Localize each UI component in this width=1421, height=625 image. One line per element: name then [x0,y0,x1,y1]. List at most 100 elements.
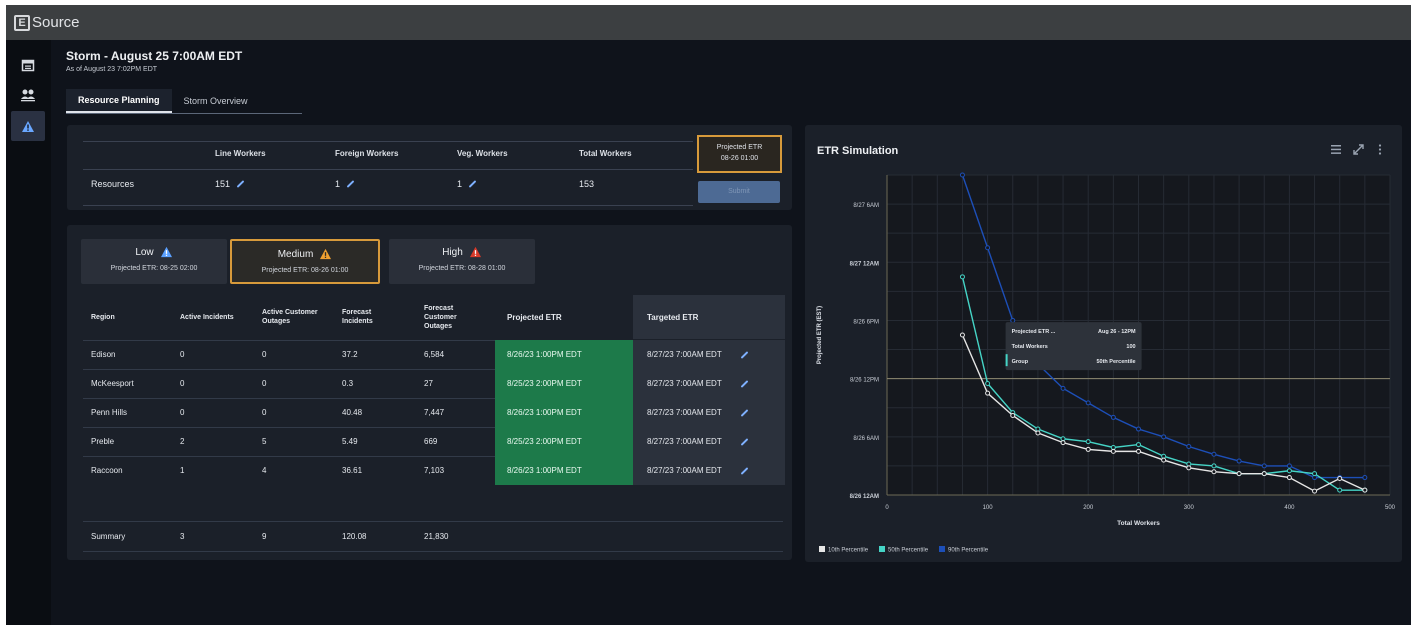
active-outages: 4 [262,466,267,475]
col-forecast-outages: Forecast Customer Outages [424,304,457,330]
data-point[interactable] [1035,430,1041,436]
y-tick-label: 8/26 6AM [853,436,879,442]
data-point[interactable] [1060,385,1066,391]
data-point[interactable] [985,380,991,386]
data-point[interactable] [1186,444,1192,450]
top-bar: E Source [6,5,1411,40]
edit-targeted-etr-icon[interactable] [740,466,749,475]
data-point[interactable] [1337,487,1343,493]
edit-veg-workers-icon[interactable] [468,180,477,188]
nav-calendar-button[interactable] [11,50,45,80]
data-point[interactable] [1085,400,1091,406]
edit-foreign-workers-icon[interactable] [346,180,355,188]
risk-medium-button[interactable]: Medium Projected ETR: 08-26 01:00 [230,239,380,284]
y-tick-label: 8/27 6AM [853,203,879,209]
targeted-etr-cell: 8/27/23 7:00AM EDT [633,427,785,456]
edit-line-workers-icon[interactable] [236,180,245,188]
risk-low-button[interactable]: Low Projected ETR: 08-25 02:00 [81,239,227,284]
data-point[interactable] [1337,476,1343,482]
workers-icon [21,89,35,102]
data-point[interactable] [959,172,965,178]
legend-item[interactable]: 50th Percentile [888,548,929,554]
data-point[interactable] [1010,317,1016,323]
edit-targeted-etr-icon[interactable] [740,437,749,446]
legend-item[interactable]: 90th Percentile [948,548,989,554]
targeted-etr-value: 8/27/23 7:00AM EDT [647,466,722,475]
data-point[interactable] [1312,488,1318,494]
foreign-workers-value: 1 [335,179,355,189]
data-point[interactable] [1312,471,1318,477]
line-workers-value: 151 [215,179,245,189]
active-incidents: 0 [180,408,185,417]
data-point[interactable] [1211,463,1217,469]
data-point[interactable] [1362,475,1368,481]
forecast-outages: 6,584 [424,350,445,359]
veg-workers-count: 1 [457,179,463,189]
region-name: Raccoon [91,466,123,475]
resources-row-label: Resources [91,179,135,189]
risk-medium-label: Medium [277,248,314,260]
x-tick-label: 500 [1385,505,1396,511]
forecast-outages: 669 [424,437,438,446]
nav-warning-button[interactable] [11,111,45,141]
forecast-outages: 7,103 [424,466,445,475]
data-point[interactable] [1362,487,1368,493]
risk-high-button[interactable]: High Projected ETR: 08-28 01:00 [389,239,535,284]
data-point[interactable] [1161,457,1167,463]
targeted-etr-cell: 8/27/23 7:00AM EDT [633,369,785,398]
edit-targeted-etr-icon[interactable] [740,350,749,359]
active-incidents: 2 [180,437,185,446]
targeted-etr-value: 8/27/23 7:00AM EDT [647,408,722,417]
col-forecast-incidents: Forecast Incidents [342,309,373,325]
data-point[interactable] [1261,463,1267,469]
region-name: Edison [91,350,116,359]
submit-button[interactable]: Submit [698,181,780,203]
x-tick-label: 200 [1083,505,1094,511]
col-region: Region [91,313,115,321]
data-point[interactable] [1161,434,1167,440]
data-point[interactable] [1110,414,1116,420]
data-point[interactable] [1211,469,1217,475]
data-point[interactable] [1085,446,1091,452]
data-point[interactable] [1136,448,1141,454]
forecast-incidents: 36.61 [342,466,363,475]
data-point[interactable] [1136,442,1141,448]
tooltip-group-marker [1005,354,1008,367]
data-point[interactable] [1286,468,1292,474]
tooltip-label: Projected ETR ... [1012,329,1056,335]
nav-workers-button[interactable] [11,80,45,110]
logo-icon: E [14,14,30,31]
foreign-workers-count: 1 [335,179,341,189]
edit-targeted-etr-icon[interactable] [740,379,749,388]
data-point[interactable] [1136,426,1141,432]
forecast-outages: 7,447 [424,408,445,417]
targeted-etr-value: 8/27/23 7:00AM EDT [647,437,722,446]
legend-item[interactable]: 10th Percentile [828,548,869,554]
tab-resource-planning[interactable]: Resource Planning [66,89,172,113]
data-point[interactable] [1236,458,1242,464]
data-point[interactable] [985,390,991,396]
data-point[interactable] [1211,451,1217,457]
summary-forecast-incidents: 120.08 [342,532,367,541]
data-point[interactable] [1010,412,1016,418]
x-axis-label: Total Workers [1117,520,1160,527]
edit-targeted-etr-icon[interactable] [740,408,749,417]
data-point[interactable] [959,332,965,338]
data-point[interactable] [1286,475,1292,481]
data-point[interactable] [1236,471,1242,477]
tab-storm-overview[interactable]: Storm Overview [172,89,260,113]
data-point[interactable] [959,274,965,280]
y-tick-label: 8/26 12PM [850,378,879,384]
legend-swatch [819,546,825,552]
data-point[interactable] [985,245,991,251]
data-point[interactable] [1110,448,1116,454]
data-point[interactable] [1261,471,1267,477]
data-point[interactable] [1286,463,1292,469]
active-incidents: 1 [180,466,185,475]
data-point[interactable] [1186,465,1192,471]
region-name: Penn Hills [91,408,128,417]
data-point[interactable] [1060,440,1066,446]
tooltip-value: 100 [1126,344,1135,350]
y-axis-label: Projected ETR (EST) [817,306,823,364]
data-point[interactable] [1085,439,1091,445]
